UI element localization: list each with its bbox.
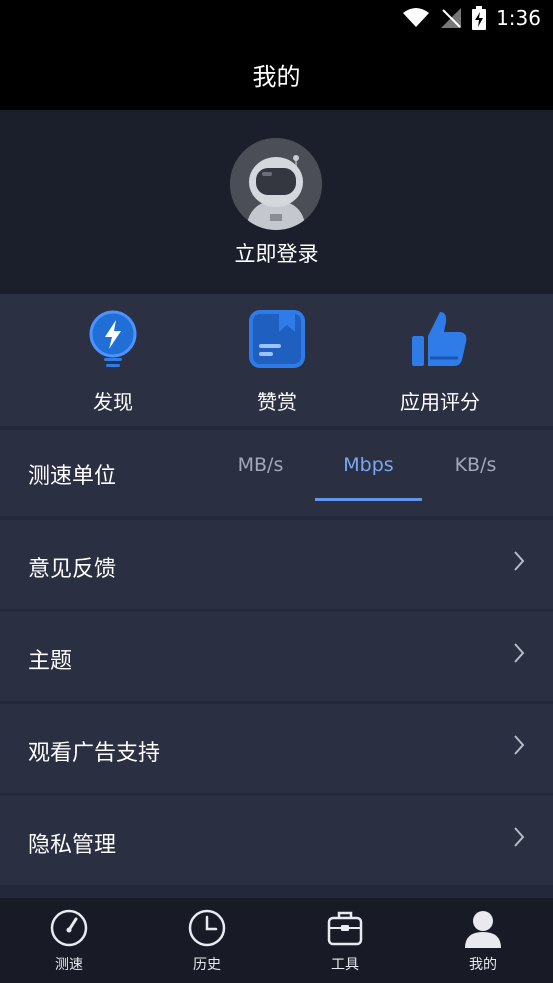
nav-label: 我的 xyxy=(469,957,497,973)
speedometer-icon xyxy=(50,909,88,947)
profile-section: 立即登录 xyxy=(0,110,553,294)
menu-item-label: 主题 xyxy=(28,649,73,674)
user-icon xyxy=(465,911,501,948)
book-bookmark-icon xyxy=(249,310,305,368)
menu-item-privacy[interactable]: 隐私管理 xyxy=(0,796,553,885)
nav-label: 历史 xyxy=(193,957,221,973)
menu-item-theme[interactable]: 主题 xyxy=(0,612,553,701)
donate-button[interactable]: 赞赏 xyxy=(207,308,347,415)
nav-tools[interactable]: 工具 xyxy=(276,908,414,974)
menu-item-label: 隐私管理 xyxy=(28,833,117,858)
menu-item-watch-ads[interactable]: 观看广告支持 xyxy=(0,704,553,793)
menu-item-label: 意见反馈 xyxy=(28,557,117,582)
bottom-nav: 测速 历史 工具 我的 xyxy=(0,898,553,983)
menu-item-feedback[interactable]: 意见反馈 xyxy=(0,520,553,609)
chevron-right-icon xyxy=(514,827,525,847)
status-bar: 1:36 xyxy=(0,0,553,38)
selected-unit-indicator xyxy=(315,498,422,501)
chevron-right-icon xyxy=(514,735,525,755)
quick-action-label: 赞赏 xyxy=(257,390,297,414)
thumbs-up-icon xyxy=(412,312,467,366)
quick-action-label: 应用评分 xyxy=(400,390,480,414)
unit-option-kbs[interactable]: KB/s xyxy=(422,454,529,476)
battery-charging-icon xyxy=(472,6,487,30)
wifi-icon xyxy=(403,8,430,27)
rate-app-button[interactable]: 应用评分 xyxy=(370,308,510,415)
speed-unit-row: 测速单位 MB/s Mbps KB/s xyxy=(0,430,553,516)
nav-mine[interactable]: 我的 xyxy=(414,908,552,974)
unit-option-mbs[interactable]: MB/s xyxy=(207,454,314,476)
unit-option-mbps[interactable]: Mbps xyxy=(315,454,422,476)
lightbulb-bolt-icon xyxy=(89,310,137,367)
toolbox-icon xyxy=(327,911,363,946)
nav-label: 测速 xyxy=(55,957,83,973)
nav-label: 工具 xyxy=(331,957,359,973)
status-time: 1:36 xyxy=(496,6,541,30)
quick-action-label: 发现 xyxy=(93,390,133,414)
page-title: 我的 xyxy=(252,62,301,91)
quick-actions: 发现 赞赏 应用评分 xyxy=(0,294,553,426)
nav-speedtest[interactable]: 测速 xyxy=(0,908,138,974)
clock-icon xyxy=(188,909,226,947)
speed-unit-label: 测速单位 xyxy=(28,464,117,489)
no-signal-icon xyxy=(441,8,462,28)
top-bar: 我的 xyxy=(0,38,553,110)
chevron-right-icon xyxy=(514,643,525,663)
nav-history[interactable]: 历史 xyxy=(138,908,276,974)
login-button[interactable]: 立即登录 xyxy=(0,238,553,268)
chevron-right-icon xyxy=(514,551,525,571)
discover-button[interactable]: 发现 xyxy=(43,308,183,415)
menu-item-label: 观看广告支持 xyxy=(28,741,161,766)
astronaut-avatar-icon[interactable] xyxy=(230,138,322,230)
